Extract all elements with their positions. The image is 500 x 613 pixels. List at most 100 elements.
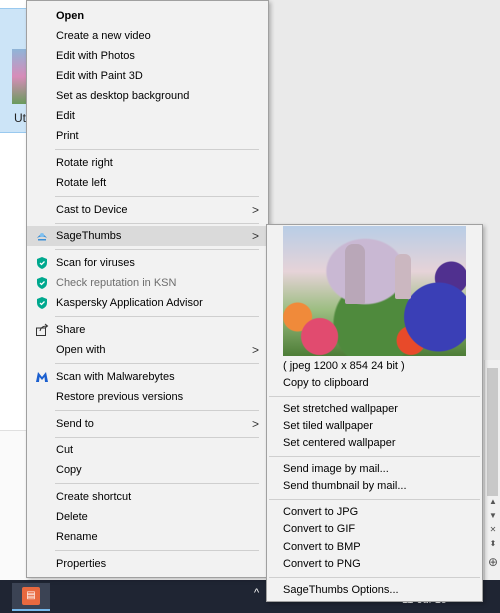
vertical-scrollbar[interactable]: ▲ ▼ ✕ ⬍ ⊕ [484,360,500,580]
scroll-down-icon[interactable]: ▼ [487,510,499,522]
menu-item-label: Check reputation in KSN [56,277,177,289]
menu-item-label: Print [56,130,79,142]
menu-separator [55,196,259,197]
submenu-item-label: Send thumbnail by mail... [283,480,407,492]
menu-item-edit-photos[interactable]: Edit with Photos [27,46,268,66]
share-icon [36,323,49,336]
image-preview [283,226,466,356]
menu-separator [55,316,259,317]
tray-expand-icon[interactable]: ^ [254,587,259,599]
submenu-convert-gif[interactable]: Convert to GIF [267,520,482,538]
menu-item-label: Create shortcut [56,491,132,503]
malwarebytes-icon [36,372,48,382]
powerpoint-icon: ▤ [22,587,40,605]
submenu-separator [269,577,480,578]
menu-item-properties[interactable]: Properties [27,554,268,574]
chevron-right-icon: > [251,343,259,357]
submenu-item-label: Convert to BMP [283,541,361,553]
menu-separator [55,249,259,250]
menu-item-copy[interactable]: Copy [27,460,268,480]
kaspersky-shield-icon [37,257,47,269]
submenu-copy-clipboard[interactable]: Copy to clipboard [267,374,482,392]
submenu-item-label: Convert to GIF [283,523,356,535]
chevron-right-icon: > [251,417,259,431]
menu-item-sagethumbs[interactable]: SageThumbs > [27,226,268,246]
menu-separator [55,483,259,484]
submenu-send-thumbnail-mail[interactable]: Send thumbnail by mail... [267,477,482,495]
menu-item-rename[interactable]: Rename [27,527,268,547]
menu-item-label: Scan for viruses [56,257,135,269]
menu-item-rotate-right[interactable]: Rotate right [27,153,268,173]
zoom-in-icon[interactable]: ⊕ [487,556,499,568]
file-name-label: Ut [14,111,26,125]
menu-item-label: Create a new video [56,30,151,42]
menu-item-label: Share [56,324,86,336]
menu-item-delete[interactable]: Delete [27,507,268,527]
submenu-tiled-wallpaper[interactable]: Set tiled wallpaper [267,417,482,435]
menu-item-restore-versions[interactable]: Restore previous versions [27,387,268,407]
preview-tower [345,244,365,304]
menu-item-label: Cut [56,444,74,456]
menu-item-label: Edit [56,110,75,122]
menu-item-edit[interactable]: Edit [27,106,268,126]
menu-item-open[interactable]: Open [27,6,268,26]
scroll-page-icon[interactable]: ⬍ [487,538,499,550]
submenu-item-label: Set centered wallpaper [283,437,396,449]
submenu-item-label: Convert to PNG [283,558,361,570]
scroll-line-icon[interactable]: ✕ [487,524,499,536]
submenu-item-label: SageThumbs Options... [283,584,399,596]
menu-item-label: Cast to Device [56,204,128,216]
sagethumbs-icon [37,233,47,241]
menu-item-label: Open with [56,344,106,356]
menu-item-label: Scan with Malwarebytes [56,371,175,383]
submenu-item-label: Convert to JPG [283,506,359,518]
menu-separator [55,363,259,364]
submenu-separator [269,396,480,397]
submenu-convert-bmp[interactable]: Convert to BMP [267,538,482,556]
menu-separator [55,410,259,411]
kaspersky-shield-icon [37,297,47,309]
menu-item-label: Restore previous versions [56,391,184,403]
submenu-convert-jpg[interactable]: Convert to JPG [267,503,482,521]
menu-item-label: Properties [56,558,107,570]
menu-item-send-to[interactable]: Send to > [27,414,268,434]
submenu-separator [269,456,480,457]
submenu-send-image-mail[interactable]: Send image by mail... [267,460,482,478]
image-info-label: ( jpeg 1200 x 854 24 bit ) [267,357,482,375]
menu-item-label: SageThumbs [56,230,122,242]
taskbar-app-button[interactable]: ▤ [12,583,50,611]
menu-item-kaspersky-advisor[interactable]: Kaspersky Application Advisor [27,293,268,313]
menu-item-label: Rotate right [56,157,113,169]
menu-item-create-shortcut[interactable]: Create shortcut [27,487,268,507]
menu-item-label: Send to [56,418,94,430]
menu-item-label: Rename [56,531,98,543]
submenu-centered-wallpaper[interactable]: Set centered wallpaper [267,434,482,452]
menu-item-cast-to-device[interactable]: Cast to Device > [27,200,268,220]
menu-separator [55,550,259,551]
menu-separator [55,223,259,224]
menu-item-open-with[interactable]: Open with > [27,340,268,360]
menu-item-set-desktop-background[interactable]: Set as desktop background [27,86,268,106]
submenu-stretched-wallpaper[interactable]: Set stretched wallpaper [267,400,482,418]
menu-separator [55,437,259,438]
preview-tower [395,254,411,299]
menu-item-scan-malwarebytes[interactable]: Scan with Malwarebytes [27,367,268,387]
menu-item-label: Edit with Paint 3D [56,70,143,82]
menu-item-edit-paint3d[interactable]: Edit with Paint 3D [27,66,268,86]
menu-item-print[interactable]: Print [27,126,268,146]
submenu-convert-png[interactable]: Convert to PNG [267,555,482,573]
menu-item-share[interactable]: Share [27,320,268,340]
submenu-sagethumbs-options[interactable]: SageThumbs Options... [267,581,482,599]
submenu-item-label: Set tiled wallpaper [283,420,373,432]
menu-item-cut[interactable]: Cut [27,440,268,460]
scroll-up-icon[interactable]: ▲ [487,496,499,508]
scrollbar-thumb[interactable] [487,368,498,496]
image-info-text: ( jpeg 1200 x 854 24 bit ) [283,360,405,372]
submenu-separator [269,499,480,500]
menu-item-check-reputation: Check reputation in KSN [27,273,268,293]
menu-item-scan-viruses[interactable]: Scan for viruses [27,253,268,273]
menu-item-label: Set as desktop background [56,90,190,102]
menu-item-rotate-left[interactable]: Rotate left [27,173,268,193]
menu-item-create-video[interactable]: Create a new video [27,26,268,46]
menu-item-label: Edit with Photos [56,50,135,62]
